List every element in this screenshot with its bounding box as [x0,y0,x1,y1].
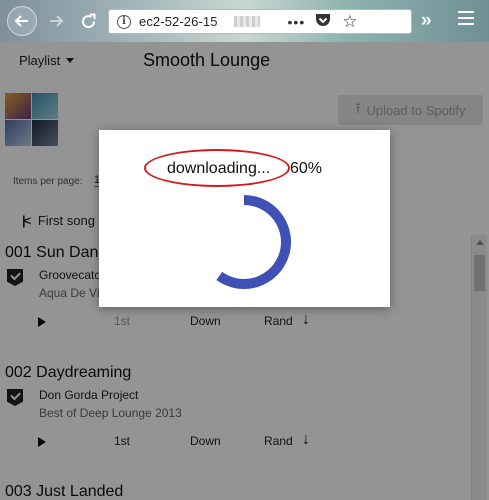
reload-icon [81,13,95,28]
progress-spinner [216,195,291,289]
browser-toolbar: i ec2-52-26-15 ••• ☆ » [0,0,489,42]
reload-button[interactable] [73,6,103,36]
annotation-ellipse [144,149,290,187]
back-button[interactable] [7,6,37,36]
bookmark-star-icon[interactable]: ☆ [342,12,357,32]
download-percent: 60% [290,160,323,177]
more-dots-icon[interactable]: ••• [288,14,306,30]
pocket-icon[interactable] [315,13,331,31]
info-icon[interactable]: i [117,14,131,29]
progress-arc [216,195,291,289]
overflow-chevrons-icon[interactable]: » [421,10,432,32]
url-bar[interactable]: i ec2-52-26-15 ••• ☆ [108,9,412,34]
back-arrow-icon [14,15,28,27]
download-progress-dialog: downloading... 60% [99,130,390,307]
menu-icon[interactable] [458,11,474,25]
forward-button[interactable] [41,6,71,36]
forward-arrow-icon [50,15,64,27]
redacted-url-part [233,16,260,27]
url-text: ec2-52-26-15 [139,14,218,29]
